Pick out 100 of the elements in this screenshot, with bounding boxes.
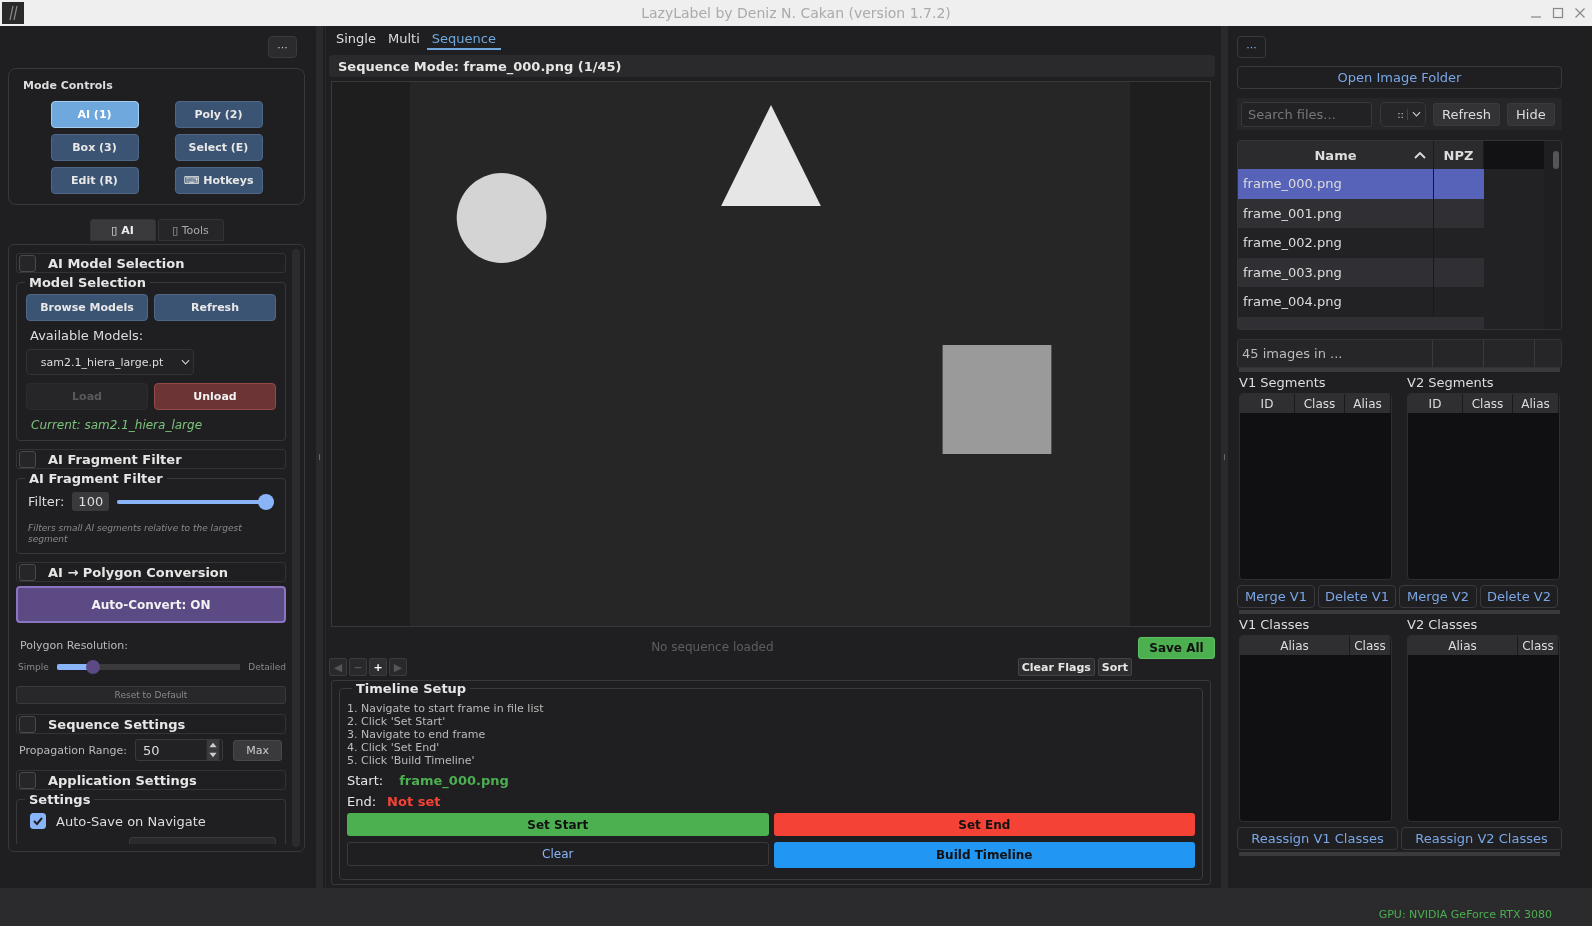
max-button[interactable]: Max xyxy=(233,739,283,761)
sort-button[interactable]: Sort xyxy=(1097,658,1132,676)
save-all-button[interactable]: Save All xyxy=(1138,637,1215,659)
model-dropdown[interactable]: sam2.1_hiera_large.pt xyxy=(26,349,194,375)
checkbox[interactable] xyxy=(19,715,36,733)
checkbox[interactable] xyxy=(19,563,36,581)
checkbox-label: Auto-Save on Navigate xyxy=(56,813,206,829)
filter-value-field[interactable]: 100 xyxy=(72,492,110,511)
propagation-range-field[interactable]: 50 xyxy=(135,739,224,761)
panel-title: Mode Controls xyxy=(23,79,114,92)
app-logo-icon xyxy=(2,2,24,24)
nav-button[interactable]: + xyxy=(369,658,387,676)
column-header[interactable]: Class xyxy=(1518,636,1559,655)
slider-max-label: Detailed xyxy=(248,662,286,672)
column-header[interactable]: Name xyxy=(1238,141,1434,169)
hint-text: Filters small AI segments relative to the largest segment xyxy=(28,523,243,545)
instruction-step: 3. Navigate to end frame xyxy=(347,728,1195,741)
filter-dropdown[interactable]: :: xyxy=(1380,101,1426,127)
slider-thumb[interactable] xyxy=(85,660,100,674)
table-title: V1 Classes xyxy=(1239,617,1311,632)
end-frame-value: Not set xyxy=(387,794,441,809)
timeline-button[interactable]: Clear xyxy=(347,842,769,866)
window-title: LazyLabel by Deniz N. Cakan (version 1.7.2) xyxy=(641,5,951,21)
spinner-arrows-icon[interactable] xyxy=(206,739,221,761)
section-header[interactable]: Application Settings xyxy=(16,770,286,790)
sort-ascending-icon xyxy=(1414,151,1426,159)
section-header[interactable]: AI Model Selection xyxy=(16,253,286,273)
group-title: AI Fragment Filter xyxy=(28,471,164,486)
table-title: V2 Segments xyxy=(1407,375,1495,390)
close-icon[interactable] xyxy=(1574,7,1586,19)
checkbox[interactable] xyxy=(19,450,36,468)
maximize-icon[interactable] xyxy=(1552,7,1564,19)
reassign-button[interactable]: Reassign V1 Classes xyxy=(1237,827,1398,850)
mode-button[interactable]: Select (E) xyxy=(174,134,263,161)
dropdown-caret-icon[interactable] xyxy=(181,359,190,365)
column-header[interactable]: Class xyxy=(1295,394,1345,413)
column-header[interactable]: Alias xyxy=(1513,394,1559,413)
mode-tab[interactable]: Sequence xyxy=(426,29,501,50)
auto-convert-button[interactable]: Auto-Convert: ON xyxy=(16,586,286,623)
column-header[interactable]: Class xyxy=(1463,394,1513,413)
timeline-button[interactable]: Set End xyxy=(773,813,1195,836)
dropdown-caret-icon[interactable] xyxy=(1412,111,1421,117)
slider-min-label: Simple xyxy=(18,662,49,672)
open-folder-button[interactable]: Open Image Folder xyxy=(1237,66,1562,89)
segment-action-button[interactable]: Merge V1 xyxy=(1237,585,1315,608)
field-label: Available Models: xyxy=(30,328,145,343)
section-header[interactable]: AI Fragment Filter xyxy=(16,449,286,469)
timeline-button[interactable]: Build Timeline xyxy=(773,842,1195,868)
column-title: Name xyxy=(1314,147,1357,163)
mode-tab[interactable]: Multi xyxy=(382,29,425,50)
column-header[interactable]: Alias xyxy=(1240,636,1350,655)
segment-action-button[interactable]: Merge V2 xyxy=(1399,585,1477,608)
mode-button[interactable]: Box (3) xyxy=(50,134,139,161)
section-header[interactable]: Sequence Settings xyxy=(16,714,286,734)
instruction-step: 4. Click 'Set End' xyxy=(347,741,1195,754)
reassign-button[interactable]: Reassign V2 Classes xyxy=(1401,827,1562,850)
checkbox[interactable] xyxy=(19,254,36,272)
checkbox[interactable] xyxy=(30,813,46,829)
checkbox[interactable] xyxy=(19,771,36,789)
panel-tab[interactable]: ▯ Tools xyxy=(157,219,224,241)
column-header[interactable]: ID xyxy=(1240,394,1295,413)
field-label: Propagation Range: xyxy=(19,743,128,757)
hide-button[interactable]: Hide xyxy=(1507,102,1555,126)
filter-label: Filter: xyxy=(28,494,65,509)
section-header[interactable]: AI → Polygon Conversion xyxy=(16,562,286,582)
current-model-text: Current: sam2.1_hiera_large xyxy=(31,418,203,432)
instruction-step: 2. Click 'Set Start' xyxy=(347,715,1195,728)
instruction-step: 1. Navigate to start frame in file list xyxy=(347,702,1195,715)
mode-header: Sequence Mode: frame_000.png (1/45) xyxy=(329,55,1215,77)
column-header[interactable]: ID xyxy=(1408,394,1463,413)
slider-thumb[interactable] xyxy=(258,493,274,510)
browse-models-button[interactable]: Browse Models xyxy=(26,294,148,321)
reset-button[interactable]: Reset to Default xyxy=(16,686,286,704)
mode-button[interactable]: Edit (R) xyxy=(50,167,139,194)
column-header[interactable]: NPZ xyxy=(1434,141,1484,169)
search-field[interactable]: Search files... xyxy=(1241,101,1372,127)
column-header[interactable]: Alias xyxy=(1345,394,1391,413)
menu-button[interactable]: ··· xyxy=(1237,36,1266,58)
refresh-button[interactable]: Refresh xyxy=(1433,102,1501,126)
segment-action-button[interactable]: Delete V1 xyxy=(1318,585,1396,608)
group-title: Timeline Setup xyxy=(355,681,468,696)
group-title: Settings xyxy=(28,792,92,807)
group-title: Model Selection xyxy=(28,275,147,290)
table-title: V2 Classes xyxy=(1407,617,1479,632)
mode-button[interactable]: Poly (2) xyxy=(174,101,263,128)
timeline-button[interactable]: Set Start xyxy=(347,813,769,836)
column-header[interactable]: Class xyxy=(1350,636,1391,655)
image-count-text: 45 images in ... xyxy=(1238,340,1433,367)
unload-button[interactable]: Unload xyxy=(154,383,276,410)
mode-tab[interactable]: Single xyxy=(331,29,381,50)
clear-flags-button[interactable]: Clear Flags xyxy=(1017,658,1095,676)
gpu-status-text: GPU: NVIDIA GeForce RTX 3080 xyxy=(1378,907,1552,921)
panel-tab[interactable]: ▯ AI xyxy=(89,219,156,241)
refresh-button[interactable]: Refresh xyxy=(154,294,276,321)
segment-action-button[interactable]: Delete V2 xyxy=(1480,585,1558,608)
menu-button[interactable]: ··· xyxy=(268,36,297,58)
field-label: Polygon Resolution: xyxy=(20,639,129,652)
column-header[interactable]: Alias xyxy=(1408,636,1518,655)
image-canvas[interactable] xyxy=(331,81,1211,627)
mode-button[interactable]: ⌨ Hotkeys xyxy=(174,167,263,194)
